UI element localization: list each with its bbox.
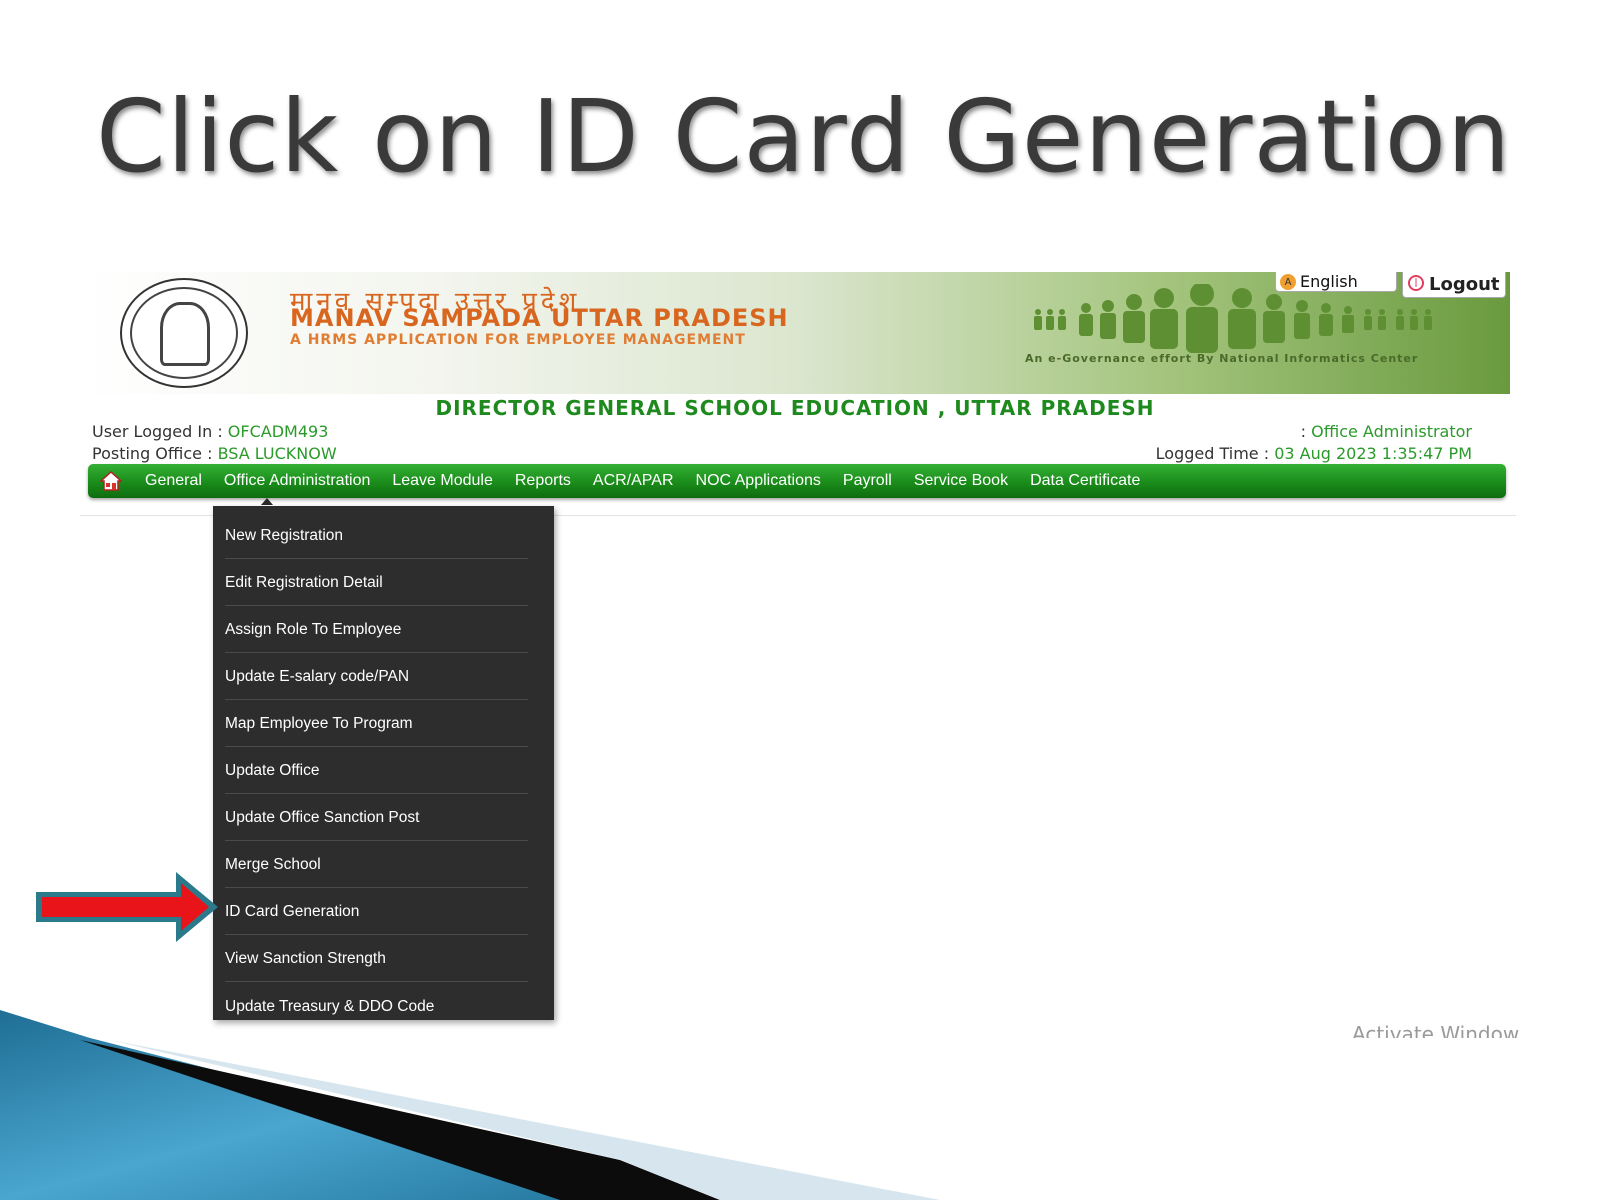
menu-merge-school[interactable]: Merge School — [225, 843, 528, 888]
menu-update-office-sanction-post[interactable]: Update Office Sanction Post — [225, 796, 528, 841]
language-selector[interactable]: A English — [1275, 272, 1397, 292]
menu-new-registration[interactable]: New Registration — [225, 514, 528, 559]
nav-office-administration[interactable]: Office Administration — [213, 464, 381, 498]
egov-note: An e-Governance effort By National Infor… — [1025, 352, 1419, 365]
department-title: DIRECTOR GENERAL SCHOOL EDUCATION , UTTA… — [435, 396, 1155, 420]
dropdown-pointer — [261, 498, 273, 505]
logged-time: Logged Time : 03 Aug 2023 1:35:47 PM — [1155, 444, 1472, 463]
user-id: OFCADM493 — [227, 422, 329, 441]
activate-windows-watermark: Activate Window — [1352, 1022, 1520, 1038]
nav-leave-module[interactable]: Leave Module — [381, 464, 504, 498]
user-role: : Office Administrator — [1300, 422, 1472, 441]
main-nav-bar: General Office Administration Leave Modu… — [88, 464, 1506, 498]
logout-button[interactable]: | Logout — [1402, 272, 1506, 298]
decorative-corner — [0, 1010, 940, 1200]
header-title: MANAV SAMPADA UTTAR PRADESH — [290, 304, 789, 332]
nav-general[interactable]: General — [134, 464, 213, 498]
language-label: English — [1300, 272, 1358, 291]
menu-view-sanction-strength[interactable]: View Sanction Strength — [225, 937, 528, 982]
menu-edit-registration-detail[interactable]: Edit Registration Detail — [225, 561, 528, 606]
people-illustration — [1034, 284, 1432, 353]
menu-update-office[interactable]: Update Office — [225, 749, 528, 794]
logout-label: Logout — [1429, 274, 1500, 295]
power-icon: | — [1408, 275, 1424, 291]
menu-map-employee-program[interactable]: Map Employee To Program — [225, 702, 528, 747]
logged-time-value: 03 Aug 2023 1:35:47 PM — [1274, 444, 1472, 463]
nav-data-certificate[interactable]: Data Certificate — [1019, 464, 1151, 498]
home-icon[interactable] — [88, 464, 134, 498]
user-role-value: Office Administrator — [1311, 422, 1472, 441]
posting-office: Posting Office : BSA LUCKNOW — [92, 444, 337, 463]
language-icon: A — [1280, 274, 1296, 290]
header-banner: मानव सम्पदा उत्तर प्रदेश MANAV SAMPADA U… — [80, 272, 1510, 394]
state-emblem-logo — [120, 278, 248, 388]
user-logged-in: User Logged In : OFCADM493 — [92, 422, 329, 441]
slide-title: Click on ID Card Generation — [96, 78, 1512, 195]
nav-service-book[interactable]: Service Book — [903, 464, 1019, 498]
nav-noc-applications[interactable]: NOC Applications — [685, 464, 832, 498]
header-tagline: A HRMS APPLICATION FOR EMPLOYEE MANAGEME… — [290, 332, 746, 348]
menu-id-card-generation[interactable]: ID Card Generation — [225, 890, 528, 935]
pointer-arrow-icon — [36, 872, 218, 942]
menu-assign-role[interactable]: Assign Role To Employee — [225, 608, 528, 653]
nav-acr-apar[interactable]: ACR/APAR — [582, 464, 685, 498]
menu-update-esalary-pan[interactable]: Update E-salary code/PAN — [225, 655, 528, 700]
posting-office-value: BSA LUCKNOW — [217, 444, 337, 463]
office-admin-dropdown: New Registration Edit Registration Detai… — [213, 506, 554, 1020]
nav-reports[interactable]: Reports — [504, 464, 582, 498]
nav-payroll[interactable]: Payroll — [832, 464, 903, 498]
